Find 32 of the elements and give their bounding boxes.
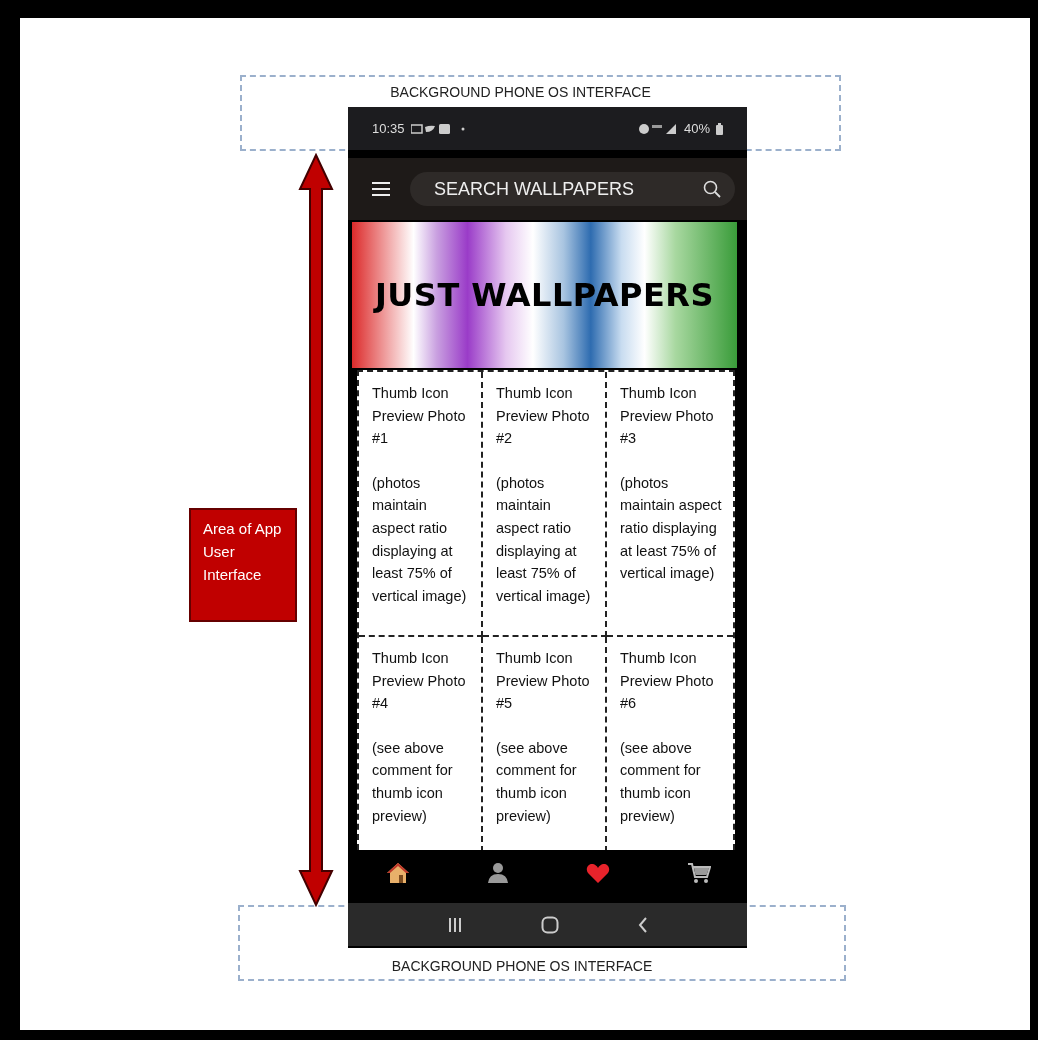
house-icon[interactable] xyxy=(386,862,410,884)
annotation-label: BACKGROUND PHONE OS INTERFACE xyxy=(391,958,653,974)
battery-icon xyxy=(716,122,723,135)
thumbnail-title: Thumb Icon Preview Photo #4 xyxy=(372,649,467,714)
thumbnail-title: Thumb Icon Preview Photo #3 xyxy=(620,384,715,449)
cart-icon[interactable] xyxy=(687,862,711,884)
recent-apps-icon[interactable] xyxy=(447,916,462,933)
thumbnail-note: (photos maintain aspect ratio displaying at least 75% of vertical image) xyxy=(620,473,723,584)
notification-icons-drawing xyxy=(410,122,467,135)
thumbnail-note: (see above comment for thumb icon preview) xyxy=(372,738,454,826)
thumbnail-placeholder[interactable]: Thumb Icon Preview Photo #2 (photos maintain aspect ratio displaying at least 75% of vertical image) xyxy=(483,372,607,637)
search-field[interactable]: SEARCH WALLPAPERS xyxy=(410,172,735,206)
status-icons-drawing xyxy=(637,122,678,135)
battery-level: 40% xyxy=(683,121,710,136)
back-icon[interactable] xyxy=(637,916,648,933)
thumbnail-title: Thumb Icon Preview Photo #5 xyxy=(496,649,591,714)
home-button-icon[interactable] xyxy=(540,915,559,934)
person-icon[interactable] xyxy=(487,862,509,884)
thumbnail-placeholder[interactable]: Thumb Icon Preview Photo #1 (photos maintain aspect ratio displaying at least 75% of vertical image) xyxy=(359,372,483,637)
thumbnail-title: Thumb Icon Preview Photo #6 xyxy=(620,649,715,714)
thumbnail-note: (photos maintain aspect ratio displaying at least 75% of vertical image) xyxy=(372,473,468,606)
thumbnail-title: Thumb Icon Preview Photo #2 xyxy=(496,384,591,449)
thumbnail-title: Thumb Icon Preview Photo #1 xyxy=(372,384,467,449)
thumbnail-note: (photos maintain aspect ratio displaying at least 75% of vertical image) xyxy=(496,473,592,606)
menu-icon[interactable] xyxy=(372,182,390,196)
heart-icon[interactable] xyxy=(586,862,610,884)
thumbnail-note: (see above comment for thumb icon preview) xyxy=(620,738,702,826)
clock: 10:35 xyxy=(372,121,405,136)
thumbnail-note: (see above comment for thumb icon preview) xyxy=(496,738,578,826)
annotation-label: BACKGROUND PHONE OS INTERFACE xyxy=(390,84,651,100)
search-icon[interactable] xyxy=(703,180,721,198)
annotation-note: Area of App User Interface xyxy=(189,508,297,622)
